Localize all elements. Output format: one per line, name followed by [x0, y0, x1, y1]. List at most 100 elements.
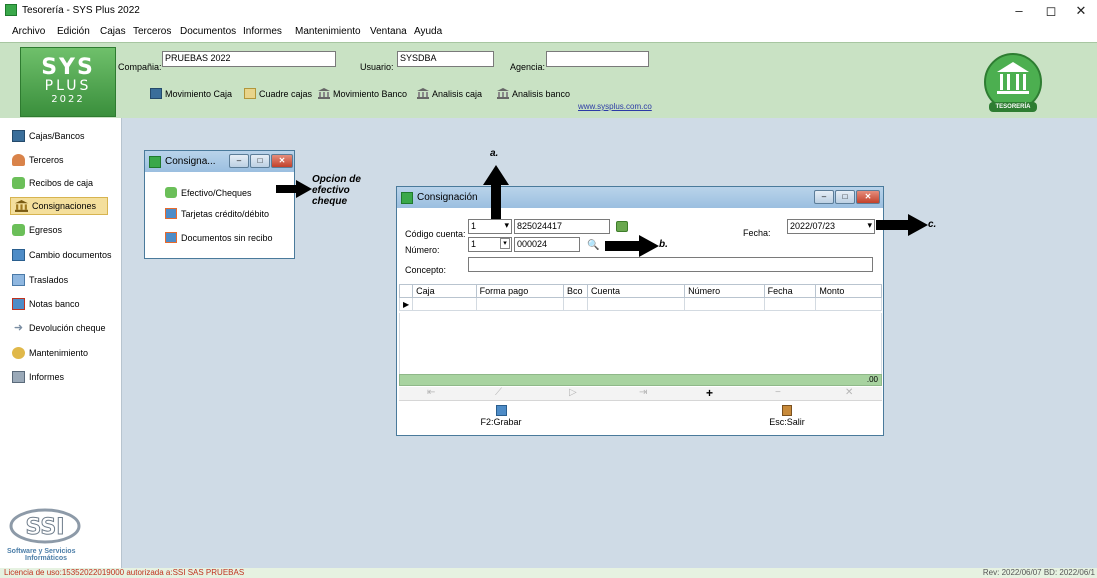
close-button[interactable]: ✕ — [271, 154, 293, 168]
cuenta-number-field[interactable]: 825024417 — [514, 219, 610, 234]
delete-record-icon[interactable]: − — [775, 387, 781, 398]
numero-value: 1 — [471, 239, 477, 249]
annotation-c: c. — [928, 219, 937, 230]
agencia-field[interactable] — [546, 51, 649, 67]
last-record-icon[interactable]: ⇥ — [639, 387, 647, 398]
column-caja[interactable]: Caja — [412, 284, 477, 298]
maximize-button[interactable]: ◻ — [1036, 3, 1066, 19]
movimiento-caja-button[interactable]: Movimiento Caja — [150, 88, 232, 99]
numero-doc-field[interactable]: 000024 — [514, 237, 580, 252]
analisis-caja-button[interactable]: Analisis caja — [417, 88, 482, 99]
bank-icon — [497, 88, 509, 99]
agencia-label: Agencia: — [510, 62, 546, 72]
numero-select[interactable]: 1 ▾ — [468, 237, 512, 252]
table-cell[interactable] — [684, 297, 765, 311]
table-cell[interactable] — [562, 297, 588, 311]
sidebar-item-terceros[interactable]: Terceros — [12, 151, 64, 169]
analisis-banco-button[interactable]: Analisis banco — [497, 88, 570, 99]
minimize-button[interactable]: – — [229, 154, 249, 168]
sidebar-item-notas-banco[interactable]: Notas banco — [12, 295, 80, 313]
table-cell[interactable] — [412, 297, 477, 311]
menu-mantenimiento[interactable]: Mantenimiento — [295, 26, 361, 37]
menu-informes[interactable]: Informes — [243, 26, 282, 37]
maximize-button[interactable]: □ — [835, 190, 855, 204]
exit-door-icon — [782, 405, 792, 416]
minimize-button[interactable]: – — [1004, 3, 1034, 19]
cancel-record-icon[interactable]: ✕ — [845, 387, 853, 398]
sidebar-item-cambio-documentos[interactable]: Cambio documentos — [12, 246, 112, 264]
concepto-field[interactable] — [468, 257, 873, 272]
menu-efectivo-cheques[interactable]: Efectivo/Cheques — [165, 187, 252, 198]
sidebar-item-mantenimiento[interactable]: Mantenimiento — [12, 344, 88, 362]
table-cell[interactable] — [763, 297, 817, 311]
column-bco[interactable]: Bco — [562, 284, 588, 298]
card-icon — [165, 208, 177, 219]
refresh-icon[interactable] — [616, 221, 628, 232]
menu-documentos[interactable]: Documentos — [180, 26, 236, 37]
chevron-down-icon: ▾ — [504, 220, 509, 230]
menu-edicion[interactable]: Edición — [57, 26, 90, 37]
column-forma-pago[interactable]: Forma pago — [475, 284, 564, 298]
sidebar-item-informes[interactable]: Informes — [12, 368, 64, 386]
menu-ventana[interactable]: Ventana — [370, 26, 407, 37]
sidebar-item-consignaciones[interactable]: Consignaciones — [10, 197, 108, 215]
app-icon — [149, 155, 161, 168]
sidebar-item-devolucion-cheque[interactable]: ➜ Devolución cheque — [12, 319, 106, 337]
arrow-annotation-b — [605, 235, 659, 257]
movimiento-banco-button[interactable]: Movimiento Banco — [318, 88, 407, 99]
ssi-logo-text-2: Informáticos — [25, 555, 68, 562]
minimize-button[interactable]: – — [814, 190, 834, 204]
arrow-annotation — [276, 180, 312, 198]
menu-tarjetas[interactable]: Tarjetas crédito/débito — [165, 208, 269, 219]
annotation-option: Opcion de efectivo cheque — [312, 174, 361, 207]
close-button[interactable]: ✕ — [1066, 3, 1096, 19]
menu-terceros[interactable]: Terceros — [133, 26, 171, 37]
menu-cajas[interactable]: Cajas — [100, 26, 126, 37]
chevron-down-icon: ▾ — [867, 220, 872, 230]
add-record-icon[interactable]: + — [706, 386, 713, 400]
menu-ayuda[interactable]: Ayuda — [414, 26, 442, 37]
table-cell[interactable] — [815, 297, 882, 311]
window-title: Tesorería - SYS Plus 2022 — [22, 5, 140, 16]
table-cell[interactable] — [475, 297, 564, 311]
menu-documentos-sin-recibo[interactable]: Documentos sin recibo — [165, 232, 273, 243]
ssi-logo-text: Software y Servicios — [7, 548, 76, 555]
next-record-icon[interactable]: ▷ — [569, 387, 577, 398]
sidebar-item-label: Cambio documentos — [29, 250, 112, 260]
cuadre-cajas-button[interactable]: Cuadre cajas — [244, 88, 312, 99]
sidebar-item-recibos-caja[interactable]: Recibos de caja — [12, 174, 93, 192]
transfer-icon — [12, 274, 25, 286]
usuario-field[interactable]: SYSDBA — [397, 51, 494, 67]
compania-field[interactable]: PRUEBAS 2022 — [162, 51, 336, 67]
codigo-cuenta-label: Código cuenta: — [405, 229, 466, 239]
menu-archivo[interactable]: Archivo — [12, 26, 45, 37]
cash-register-icon — [12, 130, 25, 142]
column-monto[interactable]: Monto — [815, 284, 882, 298]
column-cuenta[interactable]: Cuenta — [586, 284, 686, 298]
codigo-cuenta-select[interactable]: 1 ▾ — [468, 219, 512, 234]
compania-label: Compañia: — [118, 62, 162, 72]
salir-button[interactable]: Esc:Salir — [757, 405, 817, 427]
arrow-annotation-c — [876, 214, 928, 236]
close-button[interactable]: ✕ — [856, 190, 880, 204]
fecha-picker[interactable]: 2022/07/23 ▾ — [787, 219, 875, 234]
grabar-label: F2:Grabar — [480, 417, 522, 427]
row-pointer-icon: ▶ — [398, 297, 414, 311]
prior-record-icon[interactable]: ⟋ — [495, 387, 502, 398]
website-link[interactable]: www.sysplus.com.co — [578, 102, 652, 111]
table-row[interactable]: ▶ — [398, 297, 882, 311]
column-numero[interactable]: Número — [684, 284, 765, 298]
concepto-label: Concepto: — [405, 265, 447, 275]
sidebar-item-label: Informes — [29, 372, 65, 382]
table-cell[interactable] — [586, 297, 686, 311]
tesoreria-badge: TESORERÍA — [983, 52, 1043, 116]
window-caption-title: Consignación — [417, 192, 478, 203]
first-record-icon[interactable]: ⇤ — [427, 387, 435, 398]
column-fecha[interactable]: Fecha — [763, 284, 817, 298]
sidebar-item-egresos[interactable]: Egresos — [12, 221, 62, 239]
sidebar-item-cajas-bancos[interactable]: Cajas/Bancos — [12, 127, 85, 145]
grabar-button[interactable]: F2:Grabar — [471, 405, 531, 427]
search-icon[interactable]: 🔍 — [587, 240, 599, 251]
sidebar-item-traslados[interactable]: Traslados — [12, 271, 68, 289]
maximize-button[interactable]: □ — [250, 154, 270, 168]
